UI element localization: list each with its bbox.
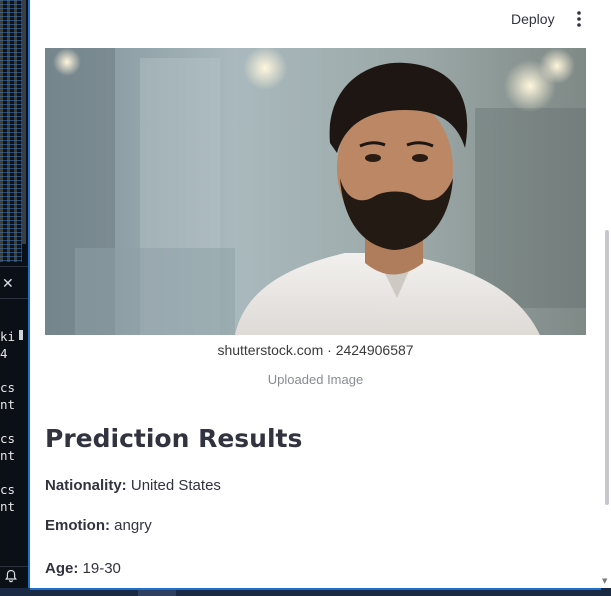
panel-divider [0, 266, 28, 267]
nationality-label: Nationality: [45, 477, 127, 494]
emotion-label: Emotion: [45, 517, 110, 534]
scroll-down-arrow-icon[interactable]: ▼ [602, 577, 607, 585]
accent-bar [30, 588, 601, 590]
bell-icon[interactable] [5, 569, 17, 583]
nationality-value: United States [130, 477, 221, 494]
terminal-line: ki [0, 329, 16, 344]
page-scrollbar-thumb[interactable] [605, 230, 609, 505]
terminal-line: cs [0, 431, 16, 446]
uploaded-photo [45, 48, 586, 335]
code-minimap [0, 0, 22, 262]
taskbar-item[interactable] [138, 590, 176, 596]
portrait-image [45, 48, 586, 335]
terminal-line: cs [0, 380, 16, 395]
image-caption: Uploaded Image [267, 372, 364, 387]
close-icon[interactable]: ✕ [2, 276, 14, 292]
terminal-line: nt [0, 397, 16, 412]
terminal-output: ki 4 cs nt cs nt cs nt [0, 328, 28, 515]
nationality-result: Nationality: United States [45, 476, 221, 496]
kebab-menu-icon[interactable] [572, 10, 586, 28]
terminal-line: nt [0, 448, 16, 463]
emotion-value: angry [114, 517, 152, 534]
editor-side-panel: ✕ ki 4 cs nt cs nt cs nt [0, 0, 28, 596]
terminal-line: nt [0, 499, 16, 514]
results-heading: Prediction Results [45, 424, 303, 453]
panel-divider [0, 298, 28, 299]
terminal-line: cs [0, 482, 16, 497]
taskbar [0, 588, 611, 596]
terminal-scroll-handle[interactable] [19, 330, 23, 340]
age-value: 19-30 [82, 560, 121, 577]
emotion-result: Emotion: angry [45, 516, 152, 536]
minimap-scrollbar[interactable] [22, 0, 26, 244]
photo-watermark: shutterstock.com · 2424906587 [45, 335, 586, 365]
terminal-line: 4 [0, 346, 8, 361]
deploy-button[interactable]: Deploy [503, 8, 563, 30]
age-label: Age: [45, 560, 79, 577]
age-result: Age: 19-30 [45, 559, 121, 579]
